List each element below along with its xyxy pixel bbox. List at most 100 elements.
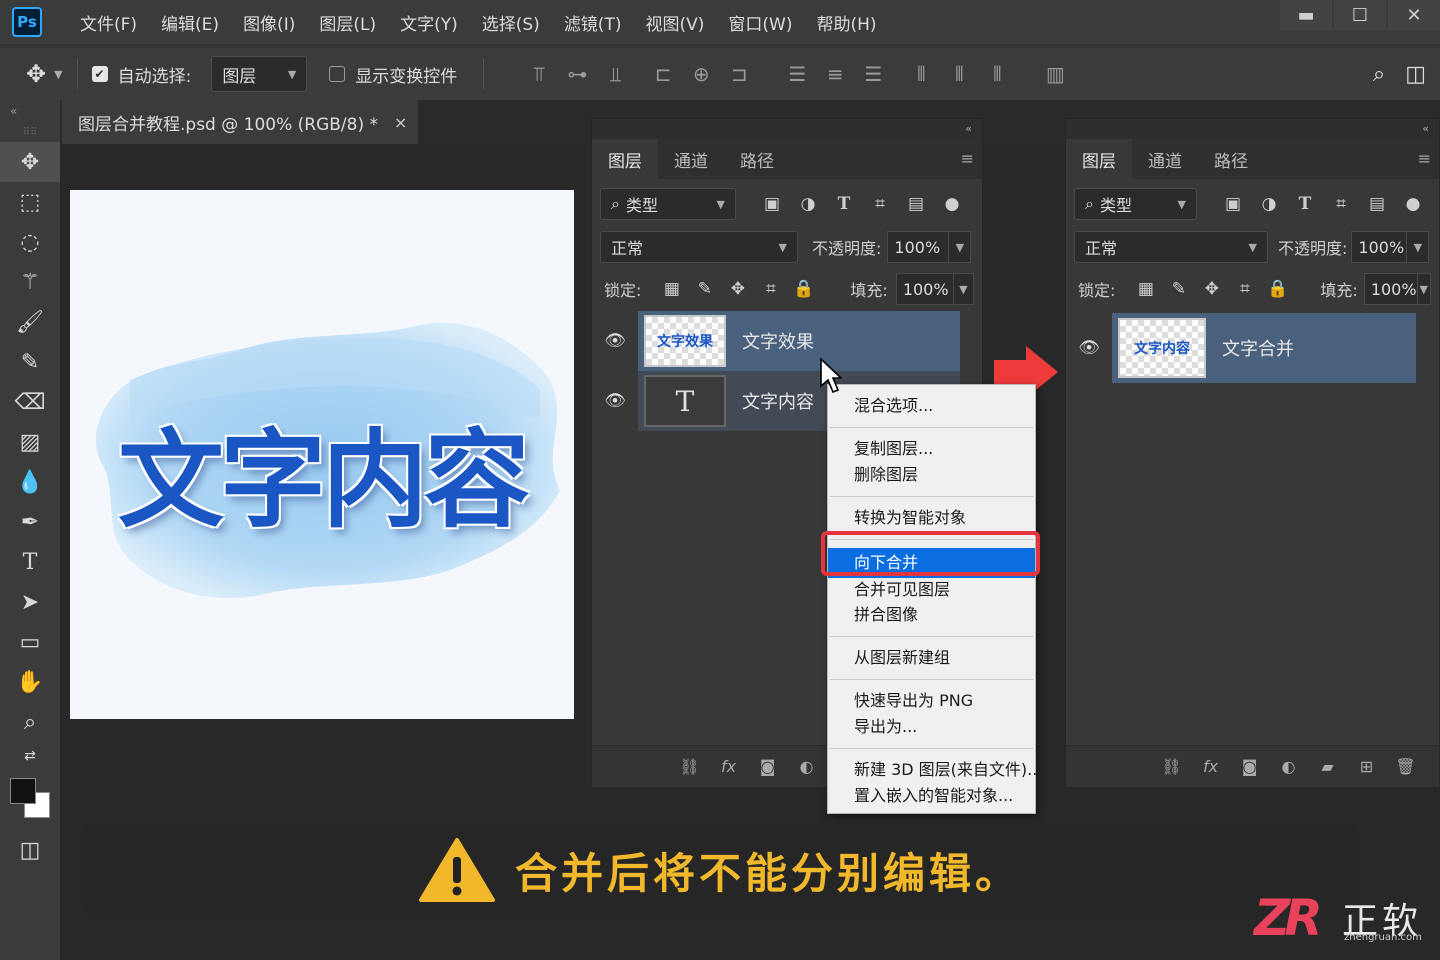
fill-dropdown-icon[interactable]: ▼ — [953, 273, 974, 305]
lock-pixels-icon[interactable]: ✎ — [688, 279, 721, 299]
auto-select-checkbox[interactable]: ✔ — [91, 66, 108, 82]
show-transform-checkbox[interactable] — [329, 66, 346, 82]
tab-layers[interactable]: 图层 — [592, 139, 658, 179]
maximize-button[interactable]: ☐ — [1334, 0, 1386, 30]
swap-colors-icon[interactable]: ⇄ — [0, 742, 60, 770]
menu-filter[interactable]: 滤镜(T) — [552, 10, 634, 35]
tab-paths[interactable]: 路径 — [724, 139, 790, 179]
link-layers-icon[interactable]: ⛓ — [1152, 757, 1191, 776]
opacity-input[interactable]: 100% — [887, 231, 950, 263]
filter-toggle-icon[interactable]: ● — [1395, 194, 1431, 214]
fill-dropdown-icon[interactable]: ▼ — [1417, 273, 1431, 305]
blur-tool-icon[interactable]: 💧 — [0, 462, 60, 502]
hand-tool-icon[interactable]: ✋ — [0, 662, 60, 702]
menu-item-export-as[interactable]: 导出为... — [828, 714, 1035, 740]
lock-transparent-icon[interactable]: ▦ — [1129, 279, 1162, 299]
eraser-tool-icon[interactable]: ⌫ — [0, 382, 60, 422]
new-layer-icon[interactable]: ⊞ — [1347, 757, 1386, 776]
blend-mode-dropdown[interactable]: 正常 ▼ — [600, 231, 798, 263]
distribute-top-icon[interactable]: ☰ — [778, 62, 816, 86]
document-canvas[interactable]: 文字内容 — [70, 190, 574, 719]
move-tool-icon[interactable]: ✥ — [26, 60, 46, 88]
filter-shape-icon[interactable]: ⌗ — [862, 194, 898, 214]
align-hcenter-icon[interactable]: ⊕ — [682, 62, 720, 86]
filter-smart-object-icon[interactable]: ▤ — [898, 194, 934, 214]
panel-menu-icon[interactable]: ≡ — [961, 149, 974, 168]
tool-preset-chevron-icon[interactable]: ▼ — [54, 68, 62, 81]
lock-position-icon[interactable]: ✥ — [1195, 279, 1228, 299]
add-mask-icon[interactable]: ◙ — [1230, 757, 1269, 776]
lock-transparent-icon[interactable]: ▦ — [655, 279, 688, 299]
path-select-tool-icon[interactable]: ➤ — [0, 582, 60, 622]
distribute-bottom-icon[interactable]: ☰ — [854, 62, 892, 86]
minimize-button[interactable]: ▬ — [1280, 0, 1332, 30]
filter-kind-dropdown[interactable]: ⌕ 类型 ▼ — [1074, 188, 1197, 220]
gradient-tool-icon[interactable]: ▨ — [0, 422, 60, 462]
layer-item-selected[interactable]: 文字效果 文字效果 — [638, 311, 960, 371]
menu-image[interactable]: 图像(I) — [231, 10, 307, 35]
menu-edit[interactable]: 编辑(E) — [149, 10, 231, 35]
distribute-hcenter-icon[interactable]: ⦀ — [940, 62, 978, 86]
menu-item-flatten-image[interactable]: 拼合图像 — [828, 602, 1035, 628]
panel-collapse-icon[interactable]: « — [1066, 119, 1439, 139]
distribute-spacing-icon[interactable]: ▥ — [1036, 62, 1074, 86]
move-tool-icon[interactable]: ✥ — [0, 142, 60, 182]
filter-shape-icon[interactable]: ⌗ — [1323, 194, 1359, 214]
link-layers-icon[interactable]: ⛓ — [670, 757, 709, 776]
document-tab[interactable]: 图层合并教程.psd @ 100% (RGB/8) * × — [62, 100, 418, 144]
rectangle-tool-icon[interactable]: ▭ — [0, 622, 60, 662]
panel-menu-icon[interactable]: ≡ — [1418, 149, 1431, 168]
menu-file[interactable]: 文件(F) — [68, 10, 149, 35]
lock-all-icon[interactable]: 🔒 — [1261, 279, 1294, 299]
menu-item-duplicate-layer[interactable]: 复制图层... — [828, 436, 1035, 462]
lock-artboard-icon[interactable]: ⌗ — [754, 279, 787, 299]
lock-pixels-icon[interactable]: ✎ — [1162, 279, 1195, 299]
zoom-tool-icon[interactable]: ⌕ — [0, 702, 60, 742]
auto-select-dropdown[interactable]: 图层 ▼ — [211, 56, 308, 92]
menu-item-convert-smart-object[interactable]: 转换为智能对象 — [828, 505, 1035, 531]
opacity-dropdown-icon[interactable]: ▼ — [1407, 231, 1430, 263]
adjustment-layer-icon[interactable]: ◐ — [787, 757, 826, 776]
menu-layer[interactable]: 图层(L) — [307, 10, 388, 35]
adjustment-layer-icon[interactable]: ◐ — [1269, 757, 1308, 776]
menu-item-quick-export-png[interactable]: 快速导出为 PNG — [828, 688, 1035, 714]
brush-tool-icon[interactable]: 🖌 — [0, 302, 60, 342]
filter-kind-dropdown[interactable]: ⌕ 类型 ▼ — [600, 188, 736, 220]
filter-type-icon[interactable]: T — [826, 194, 862, 214]
distribute-vcenter-icon[interactable]: ≡ — [816, 62, 854, 86]
blend-mode-dropdown[interactable]: 正常 ▼ — [1074, 231, 1268, 263]
trash-icon[interactable]: 🗑 — [1386, 757, 1425, 776]
foreground-color[interactable] — [10, 778, 36, 804]
menu-type[interactable]: 文字(Y) — [388, 10, 470, 35]
filter-type-icon[interactable]: T — [1287, 194, 1323, 214]
new-group-icon[interactable]: ▰ — [1308, 757, 1347, 776]
menu-select[interactable]: 选择(S) — [470, 10, 552, 35]
eye-icon[interactable]: 👁 — [592, 331, 638, 351]
align-left-icon[interactable]: ⊏ — [644, 62, 682, 86]
lock-artboard-icon[interactable]: ⌗ — [1228, 279, 1261, 299]
tab-paths[interactable]: 路径 — [1198, 139, 1264, 179]
menu-help[interactable]: 帮助(H) — [804, 10, 888, 35]
tab-channels[interactable]: 通道 — [658, 139, 724, 179]
search-icon[interactable]: ⌕ — [1373, 62, 1385, 87]
align-right-icon[interactable]: ⊐ — [720, 62, 758, 86]
align-top-icon[interactable]: ⫪ — [520, 62, 558, 86]
filter-pixel-icon[interactable]: ▣ — [754, 194, 790, 214]
tab-layers[interactable]: 图层 — [1066, 139, 1132, 179]
distribute-left-icon[interactable]: ⦀ — [902, 62, 940, 86]
filter-toggle-icon[interactable]: ● — [934, 194, 970, 214]
filter-smart-object-icon[interactable]: ▤ — [1359, 194, 1395, 214]
menu-view[interactable]: 视图(V) — [633, 10, 716, 35]
workspace-icon[interactable]: ◫ — [1405, 62, 1426, 87]
close-tab-icon[interactable]: × — [394, 113, 407, 132]
close-button[interactable]: ✕ — [1388, 0, 1440, 30]
fx-icon[interactable]: fx — [1191, 757, 1230, 776]
clone-stamp-tool-icon[interactable]: ✎ — [0, 342, 60, 382]
menu-item-blending-options[interactable]: 混合选项... — [828, 393, 1035, 419]
add-mask-icon[interactable]: ◙ — [748, 757, 787, 776]
layer-row[interactable]: 👁 文字效果 文字效果 — [592, 311, 960, 371]
photoshop-logo-icon[interactable]: Ps — [12, 7, 42, 37]
panel-collapse-icon[interactable]: « — [592, 119, 982, 139]
layer-item-selected[interactable]: 文字内容 文字合并 — [1112, 313, 1416, 383]
eye-icon[interactable]: 👁 — [592, 391, 638, 411]
